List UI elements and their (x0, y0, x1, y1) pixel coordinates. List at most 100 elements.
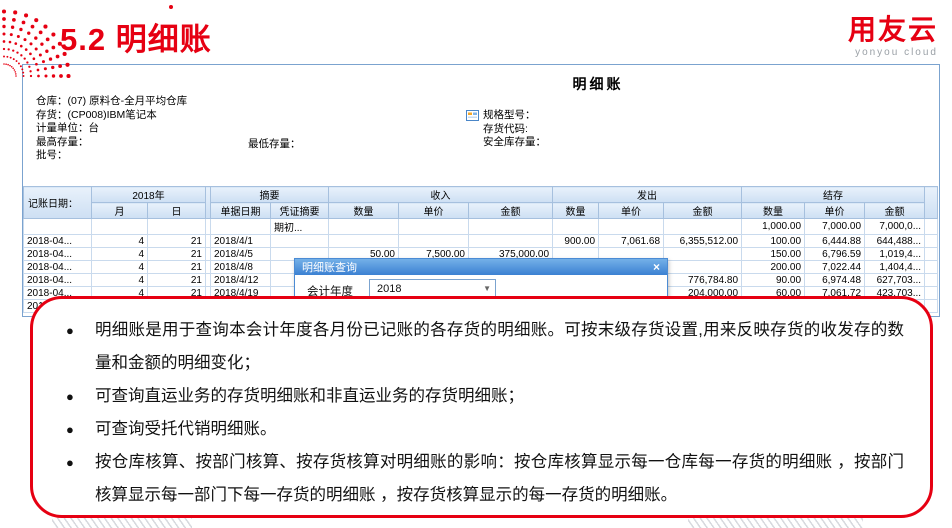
cell[interactable]: 4 (92, 235, 148, 248)
cell[interactable]: 1,019,4... (865, 248, 925, 261)
cell[interactable] (92, 219, 148, 235)
col-group-year: 2018年 (92, 187, 206, 203)
cell[interactable]: 4 (92, 248, 148, 261)
min-stock-label: 最低存量： (248, 136, 301, 151)
dialog-title: 明细账查询 (302, 259, 357, 275)
col-header-posting-date[interactable]: 记账日期： (24, 187, 92, 219)
report-info-left: 仓库：(07) 原料仓-全月平均仓库 存货：(CP008)IBM笔记本 计量单位… (36, 95, 187, 163)
cell[interactable]: 7,000,0... (865, 219, 925, 235)
cell[interactable]: 200.00 (742, 261, 805, 274)
cell[interactable] (925, 274, 938, 287)
cell[interactable] (399, 219, 469, 235)
cell[interactable] (925, 235, 938, 248)
close-icon[interactable]: × (653, 261, 660, 273)
spec-label: 规格型号： (483, 109, 546, 123)
cell[interactable] (469, 219, 553, 235)
cell[interactable] (469, 235, 553, 248)
col-header-out-price[interactable]: 单价 (599, 203, 664, 219)
col-header-bal-price[interactable]: 单价 (805, 203, 865, 219)
col-header-day[interactable]: 日 (148, 203, 206, 219)
cell[interactable]: 627,703... (865, 274, 925, 287)
cell[interactable]: 90.00 (742, 274, 805, 287)
cell[interactable]: 7,022.44 (805, 261, 865, 274)
cell[interactable]: 100.00 (742, 235, 805, 248)
cell[interactable] (211, 219, 271, 235)
warehouse-label: 仓库：(07) 原料仓-全月平均仓库 (36, 95, 187, 109)
cell[interactable] (24, 219, 92, 235)
cell[interactable]: 2018-04... (24, 274, 92, 287)
cell[interactable]: 期初... (271, 219, 329, 235)
cell[interactable]: 150.00 (742, 248, 805, 261)
table-row[interactable]: 2018-04...421 2018/4/1 900.007,061.686,355… (24, 235, 938, 248)
inv-code-label: 存货代码: (483, 123, 546, 137)
cell[interactable]: 6,355,512.00 (664, 235, 742, 248)
cell[interactable]: 6,796.59 (805, 248, 865, 261)
cell[interactable]: 4 (92, 261, 148, 274)
col-header-voucher-summary[interactable]: 凭证摘要 (271, 203, 329, 219)
col-header-in-amount[interactable]: 金额 (469, 203, 553, 219)
max-stock-label: 最高存量： (36, 136, 187, 150)
dot-decoration (169, 5, 173, 9)
cell[interactable]: 2018/4/12 (211, 274, 271, 287)
cell[interactable] (399, 235, 469, 248)
grid-icon[interactable] (466, 110, 479, 121)
cell[interactable]: 21 (148, 235, 206, 248)
col-group-balance: 结存 (742, 187, 925, 203)
cell[interactable]: 4 (92, 274, 148, 287)
cell[interactable]: 21 (148, 274, 206, 287)
col-header-doc-date[interactable]: 单据日期 (211, 203, 271, 219)
cell[interactable]: 2018-04... (24, 261, 92, 274)
chevron-down-icon: ▼ (483, 284, 491, 293)
cell[interactable] (553, 219, 599, 235)
cell[interactable] (664, 248, 742, 261)
cell[interactable]: 7,000.00 (805, 219, 865, 235)
cell[interactable] (925, 219, 938, 235)
cell[interactable]: 6,974.48 (805, 274, 865, 287)
col-header-in-qty[interactable]: 数量 (329, 203, 399, 219)
inventory-label: 存货：(CP008)IBM笔记本 (36, 109, 187, 123)
cell[interactable]: 644,488... (865, 235, 925, 248)
col-header-bal-qty[interactable]: 数量 (742, 203, 805, 219)
cell[interactable] (599, 219, 664, 235)
col-header-out-qty[interactable]: 数量 (553, 203, 599, 219)
brand-logo: 用友云 yonyou cloud (848, 16, 938, 58)
brand-name: 用友云 (848, 14, 938, 45)
note-item: 明细账是用于查询本会计年度各月份已记账的各存货的明细账。可按末级存货设置,用来反… (65, 314, 904, 380)
dialog-titlebar[interactable]: 明细账查询 × (295, 259, 667, 275)
cell[interactable]: 900.00 (553, 235, 599, 248)
cell[interactable] (664, 261, 742, 274)
cell[interactable]: 6,444.88 (805, 235, 865, 248)
cell[interactable] (925, 261, 938, 274)
col-header-in-price[interactable]: 单价 (399, 203, 469, 219)
col-header-out-amount[interactable]: 金额 (664, 203, 742, 219)
cell[interactable]: 776,784.80 (664, 274, 742, 287)
cell[interactable] (664, 219, 742, 235)
fiscal-year-value: 2018 (377, 283, 401, 295)
note-item: 按仓库核算、按部门核算、按存货核算对明细账的影响：按仓库核算显示每一仓库每一存货… (65, 446, 904, 512)
safe-stock-label: 安全库存量： (483, 136, 546, 150)
notes-panel: 明细账是用于查询本会计年度各月份已记账的各存货的明细账。可按末级存货设置,用来反… (30, 296, 933, 518)
cell[interactable] (148, 219, 206, 235)
cell[interactable]: 1,404,4... (865, 261, 925, 274)
note-item: 可查询直运业务的存货明细账和非直运业务的存货明细账； (65, 380, 904, 413)
page-title: 5.2 明细账 (60, 14, 212, 59)
cell[interactable]: 2018/4/1 (211, 235, 271, 248)
cell[interactable] (271, 235, 329, 248)
cell[interactable]: 2018/4/5 (211, 248, 271, 261)
cell[interactable] (329, 235, 399, 248)
col-header-month[interactable]: 月 (92, 203, 148, 219)
table-row[interactable]: 期初... 1,000.007,000.007,000,0... (24, 219, 938, 235)
cell[interactable] (925, 248, 938, 261)
cell[interactable]: 21 (148, 261, 206, 274)
cell[interactable]: 2018/4/8 (211, 261, 271, 274)
cell[interactable]: 2018-04... (24, 248, 92, 261)
cell[interactable] (925, 287, 938, 300)
cell[interactable]: 2018-04... (24, 235, 92, 248)
unit-label: 计量单位：台 (36, 122, 187, 136)
cell[interactable] (329, 219, 399, 235)
cell[interactable]: 7,061.68 (599, 235, 664, 248)
col-header-bal-amount[interactable]: 金额 (865, 203, 925, 219)
cell[interactable]: 1,000.00 (742, 219, 805, 235)
slide: 5.2 明细账 用友云 yonyou cloud 明细账 仓库：(07) 原料仓… (0, 0, 952, 528)
cell[interactable]: 21 (148, 248, 206, 261)
